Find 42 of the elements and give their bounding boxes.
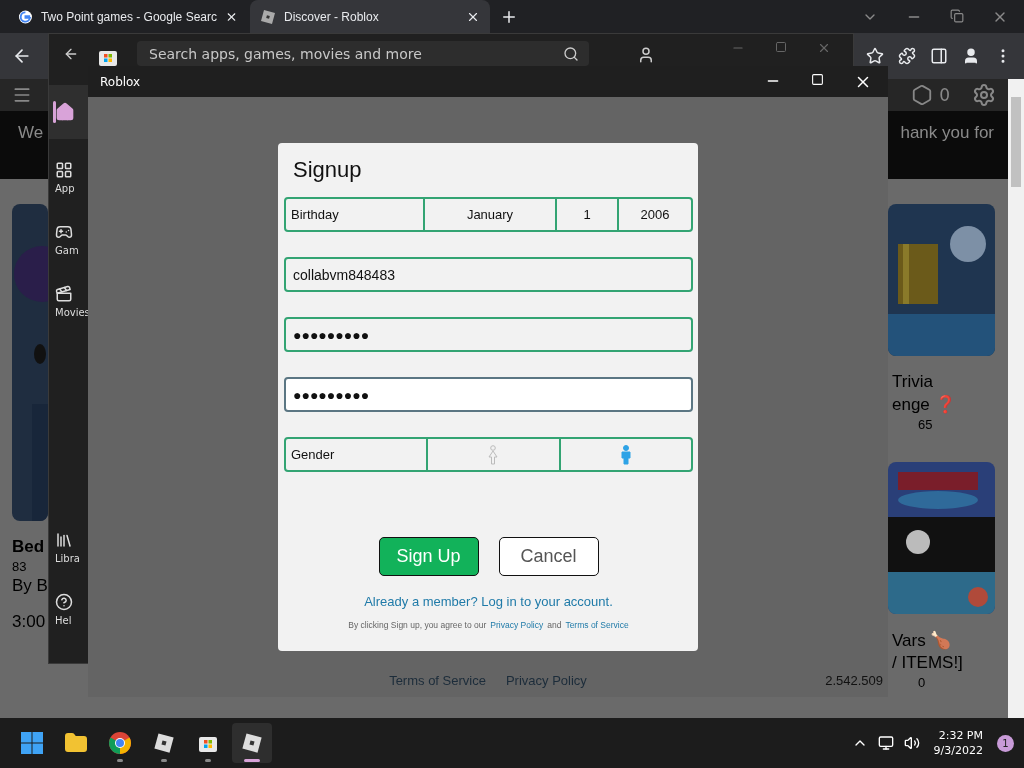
player-count: 65 <box>918 417 933 432</box>
game-title: Bed <box>12 537 45 557</box>
year-select[interactable]: 2006 <box>616 199 691 230</box>
terms-link[interactable]: Terms of Service <box>565 620 629 630</box>
terms-text: By clicking Sign up, you agree to our <box>348 620 487 630</box>
terms-text: and <box>547 620 562 630</box>
dialog-title: Signup <box>292 156 363 184</box>
banner-text: We <box>18 123 44 143</box>
clock-time: 2:32 PM <box>938 729 983 742</box>
day-select[interactable]: 1 <box>555 199 617 230</box>
nav-item[interactable]: Gam <box>49 215 89 263</box>
browser-tab[interactable]: Discover - Roblox <box>250 0 490 33</box>
gender-label: Gender <box>290 446 336 464</box>
creator-name: By B <box>12 576 48 596</box>
privacy-link[interactable]: Privacy Policy <box>490 620 544 630</box>
nav-item[interactable]: Movies <box>49 277 89 325</box>
notification-badge[interactable]: 1 <box>997 734 1014 752</box>
search-field[interactable]: Search apps, games, movies and more <box>137 41 589 66</box>
robux-count: 0 <box>939 85 950 105</box>
time-text: 3:00 <box>12 612 46 632</box>
game-title: Trivia <box>891 372 933 392</box>
birthday-picker[interactable]: Birthday January 1 2006 <box>284 197 693 232</box>
login-link[interactable]: Already a member? Log in to your account. <box>364 594 613 609</box>
birthday-label: Birthday <box>290 206 340 224</box>
month-select[interactable]: January <box>422 199 556 230</box>
version-text: 2.542.509 <box>825 673 883 688</box>
game-title: Vars 🍗 <box>891 630 952 651</box>
browser-tab[interactable]: Two Point games - Google Searc <box>8 0 248 33</box>
cancel-button[interactable]: Cancel <box>498 537 599 576</box>
nav-item[interactable]: Hel <box>49 585 89 633</box>
game-title: / ITEMS!] <box>891 653 963 673</box>
banner-text: hank you for <box>900 123 994 143</box>
game-title: enge ❓ <box>891 394 956 415</box>
like-count: 83 <box>12 559 27 574</box>
input-field[interactable]: collabvm848483 <box>284 257 693 292</box>
input-field[interactable]: ●●●●●●●●● <box>284 377 693 412</box>
player-count: 0 <box>918 675 926 690</box>
clock-date: 9/3/2022 <box>933 744 983 757</box>
nav-item[interactable]: App <box>49 153 89 201</box>
nav-item[interactable]: Libra <box>49 523 89 571</box>
window-title: Roblox <box>100 74 141 89</box>
input-field[interactable]: ●●●●●●●●● <box>284 317 693 352</box>
